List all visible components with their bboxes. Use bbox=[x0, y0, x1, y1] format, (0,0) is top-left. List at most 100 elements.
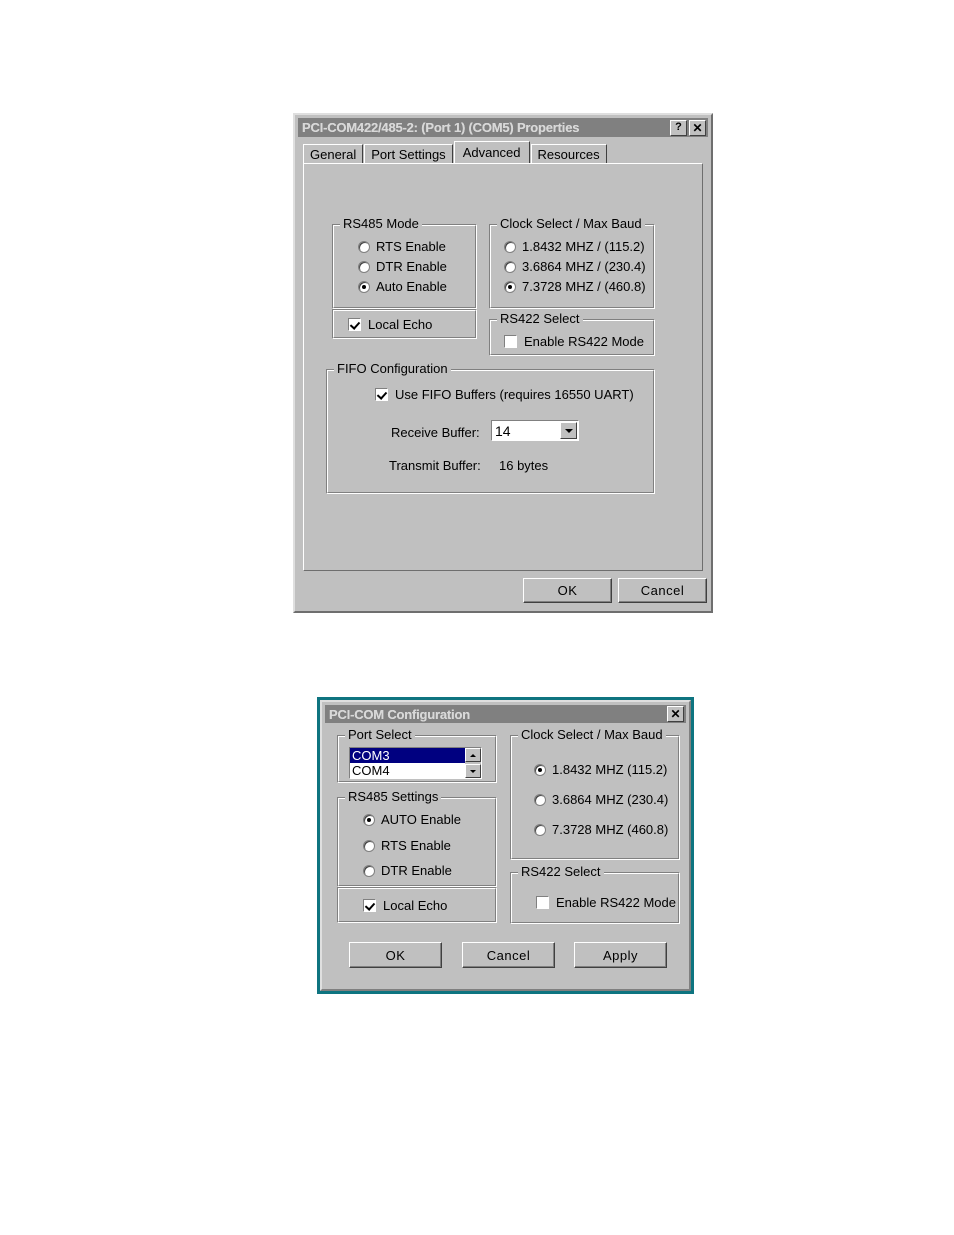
radio-icon bbox=[358, 240, 370, 253]
checkbox-icon bbox=[536, 896, 549, 909]
properties-dialog: PCI-COM422/485-2: (Port 1) (COM5) Proper… bbox=[293, 113, 713, 613]
checkbox-icon-checked bbox=[375, 388, 388, 401]
apply-button[interactable]: Apply bbox=[574, 942, 667, 968]
checkbox-local-echo[interactable]: Local Echo bbox=[348, 317, 432, 332]
dialog2-titlebar[interactable]: PCI-COM Configuration ✕ bbox=[325, 705, 686, 723]
receive-buffer-combo[interactable]: 14 bbox=[491, 420, 579, 441]
checkbox-use-fifo-buffers-label: Use FIFO Buffers (requires 16550 UART) bbox=[395, 387, 634, 402]
rs485-mode-group: RS485 Mode RTS Enable DTR Enable Auto En… bbox=[332, 217, 477, 309]
port-select-listbox[interactable]: COM3 COM4 bbox=[349, 747, 482, 779]
dialog2-title: PCI-COM Configuration bbox=[329, 706, 470, 722]
transmit-buffer-label: Transmit Buffer: bbox=[389, 458, 481, 473]
ok-button-label: OK bbox=[385, 947, 406, 963]
receive-buffer-value: 14 bbox=[495, 422, 511, 439]
apply-button-label: Apply bbox=[602, 947, 639, 963]
radio-icon bbox=[363, 839, 375, 852]
radio-clock-3-6864[interactable]: 3.6864 MHZ / (230.4) bbox=[504, 259, 646, 274]
list-item[interactable]: COM4 bbox=[350, 763, 481, 778]
radio-clock-3-6864-label: 3.6864 MHZ (230.4) bbox=[552, 792, 669, 807]
cancel-button[interactable]: Cancel bbox=[462, 942, 555, 968]
local-echo-group: Local Echo bbox=[332, 309, 477, 339]
rs485-mode-title: RS485 Mode bbox=[340, 217, 422, 231]
ok-button[interactable]: OK bbox=[349, 942, 442, 968]
rs422-select-title: RS422 Select bbox=[518, 865, 604, 879]
radio-clock-1-8432-label: 1.8432 MHZ (115.2) bbox=[552, 762, 668, 777]
radio-clock-1-8432[interactable]: 1.8432 MHZ (115.2) bbox=[534, 762, 667, 777]
radio-clock-7-3728[interactable]: 7.3728 MHZ (460.8) bbox=[534, 822, 668, 837]
checkbox-enable-rs422[interactable]: Enable RS422 Mode bbox=[536, 895, 676, 910]
scroll-up-icon[interactable] bbox=[465, 748, 481, 762]
port-select-group: Port Select COM3 COM4 bbox=[337, 728, 497, 783]
advanced-tab-panel: RS485 Mode RTS Enable DTR Enable Auto En… bbox=[303, 163, 703, 571]
radio-clock-3-6864[interactable]: 3.6864 MHZ (230.4) bbox=[534, 792, 668, 807]
port-select-title: Port Select bbox=[345, 728, 415, 742]
checkbox-local-echo[interactable]: Local Echo bbox=[363, 898, 447, 913]
listbox-scrollbar[interactable] bbox=[465, 748, 481, 778]
dialog1-titlebar[interactable]: PCI-COM422/485-2: (Port 1) (COM5) Proper… bbox=[298, 118, 708, 137]
radio-clock-7-3728-label: 7.3728 MHZ (460.8) bbox=[552, 822, 669, 837]
clock-select-title: Clock Select / Max Baud bbox=[497, 217, 645, 231]
rs485-settings-group: RS485 Settings AUTO Enable RTS Enable DT… bbox=[337, 790, 497, 887]
close-icon[interactable]: ✕ bbox=[667, 706, 684, 722]
tab-general-label: General bbox=[310, 147, 357, 162]
checkbox-enable-rs422[interactable]: Enable RS422 Mode bbox=[504, 334, 644, 349]
radio-auto-enable[interactable]: AUTO Enable bbox=[363, 812, 461, 827]
checkbox-enable-rs422-label: Enable RS422 Mode bbox=[524, 334, 644, 349]
radio-icon bbox=[534, 793, 546, 806]
rs485-settings-title: RS485 Settings bbox=[345, 790, 442, 804]
checkbox-local-echo-label: Local Echo bbox=[383, 898, 448, 913]
transmit-buffer-value: 16 bytes bbox=[499, 458, 549, 473]
tab-resources[interactable]: Resources bbox=[530, 144, 607, 163]
radio-dtr-enable[interactable]: DTR Enable bbox=[358, 259, 447, 274]
radio-icon-selected bbox=[534, 763, 546, 776]
rs422-select-group: RS422 Select Enable RS422 Mode bbox=[489, 312, 655, 356]
checkbox-enable-rs422-label: Enable RS422 Mode bbox=[556, 895, 676, 910]
dialog1-tabstrip: General Port Settings Advanced Resources bbox=[303, 141, 703, 163]
tab-port-settings-label: Port Settings bbox=[371, 147, 446, 162]
tab-advanced-label: Advanced bbox=[462, 145, 521, 160]
fifo-configuration-group: FIFO Configuration Use FIFO Buffers (req… bbox=[326, 362, 655, 494]
rs422-select-group: RS422 Select Enable RS422 Mode bbox=[510, 865, 680, 924]
checkbox-icon-checked bbox=[363, 899, 376, 912]
radio-rts-enable-label: RTS Enable bbox=[376, 239, 446, 254]
cancel-button[interactable]: Cancel bbox=[618, 578, 707, 603]
radio-clock-7-3728[interactable]: 7.3728 MHZ / (460.8) bbox=[504, 279, 646, 294]
radio-icon-selected bbox=[358, 280, 370, 293]
receive-buffer-label: Receive Buffer: bbox=[391, 425, 480, 440]
rs422-select-title: RS422 Select bbox=[497, 312, 583, 326]
radio-dtr-enable[interactable]: DTR Enable bbox=[363, 863, 452, 878]
radio-auto-enable[interactable]: Auto Enable bbox=[358, 279, 447, 294]
radio-clock-7-3728-label: 7.3728 MHZ / (460.8) bbox=[522, 279, 646, 294]
cancel-button-label: Cancel bbox=[640, 583, 685, 598]
tab-port-settings[interactable]: Port Settings bbox=[364, 144, 453, 163]
ok-button-label: OK bbox=[557, 583, 578, 598]
tab-general[interactable]: General bbox=[303, 144, 364, 163]
dialog1-title: PCI-COM422/485-2: (Port 1) (COM5) Proper… bbox=[302, 120, 580, 135]
radio-auto-enable-label: AUTO Enable bbox=[381, 812, 461, 827]
chevron-down-icon[interactable] bbox=[560, 422, 577, 439]
radio-rts-enable[interactable]: RTS Enable bbox=[358, 239, 446, 254]
radio-rts-enable[interactable]: RTS Enable bbox=[363, 838, 451, 853]
clock-select-group: Clock Select / Max Baud 1.8432 MHZ (115.… bbox=[510, 728, 680, 860]
radio-icon bbox=[534, 823, 546, 836]
clock-select-group: Clock Select / Max Baud 1.8432 MHZ / (11… bbox=[489, 217, 655, 309]
local-echo-group: Local Echo bbox=[337, 887, 497, 923]
tab-advanced[interactable]: Advanced bbox=[453, 141, 530, 163]
radio-icon bbox=[504, 240, 516, 253]
dialog2-titlebar-buttons: ✕ bbox=[667, 706, 684, 722]
radio-clock-1-8432[interactable]: 1.8432 MHZ / (115.2) bbox=[504, 239, 645, 254]
radio-icon bbox=[363, 864, 375, 877]
ok-button[interactable]: OK bbox=[523, 578, 612, 603]
radio-clock-1-8432-label: 1.8432 MHZ / (115.2) bbox=[522, 239, 645, 254]
radio-icon-selected bbox=[363, 813, 375, 826]
radio-auto-enable-label: Auto Enable bbox=[376, 279, 447, 294]
radio-icon-selected bbox=[504, 280, 516, 293]
checkbox-use-fifo-buffers[interactable]: Use FIFO Buffers (requires 16550 UART) bbox=[375, 387, 634, 402]
checkbox-icon-checked bbox=[348, 318, 361, 331]
checkbox-icon bbox=[504, 335, 517, 348]
list-item[interactable]: COM3 bbox=[350, 748, 481, 763]
radio-icon bbox=[504, 260, 516, 273]
help-icon[interactable]: ? bbox=[670, 119, 687, 136]
scroll-down-icon[interactable] bbox=[465, 764, 481, 778]
close-icon[interactable]: ✕ bbox=[689, 119, 706, 136]
